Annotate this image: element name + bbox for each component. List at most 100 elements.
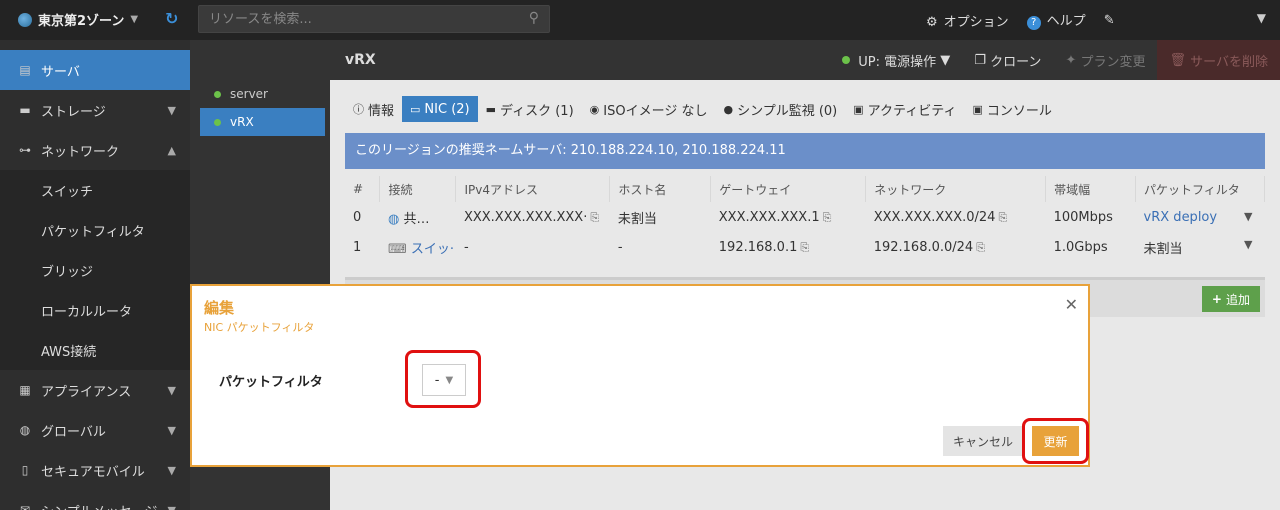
ipv4-value: XXX.XXX.XXX.XXX· [463, 209, 588, 225]
options-label: オプション [943, 14, 1009, 30]
clone-button[interactable]: ❐ クローン [962, 40, 1053, 80]
help-icon: ? [1026, 16, 1041, 30]
sidebar-item-local-router[interactable]: ローカルルータ [0, 290, 190, 330]
sidebar-item-global[interactable]: ◍ グローバル ▼ [0, 410, 190, 450]
disc-icon: ◉ [589, 102, 600, 116]
sidebar-item-label: パケットフィルタ [41, 224, 145, 240]
status-dot-icon [214, 90, 221, 98]
sidebar-item-switch[interactable]: スイッチ [0, 170, 190, 210]
clone-label: クローン [990, 54, 1042, 70]
help-link[interactable]: ? ヘルプ [1026, 10, 1086, 30]
pen-icon[interactable]: ✎ [1104, 13, 1115, 28]
refresh-icon[interactable]: ↻ [165, 10, 183, 28]
dialog-subtitle: NIC パケットフィルタ [204, 321, 315, 334]
sidebar-item-bridge[interactable]: ブリッジ [0, 250, 190, 290]
add-nic-button[interactable]: + 追加 [1201, 286, 1260, 312]
column-header: ゲートウェイ [710, 176, 867, 202]
connection-label[interactable]: スイッ· [411, 242, 454, 257]
edit-dialog: 編集 NIC パケットフィルタ ✕ パケットフィルタ - ▼ キャンセル 更新 [190, 284, 1090, 467]
storage-icon: ▬ [19, 103, 31, 117]
copy-icon[interactable]: ⎘ [590, 211, 599, 224]
sidebar-item-secure-mobile[interactable]: ▯ セキュアモバイル ▼ [0, 450, 190, 490]
sidebar-item-network[interactable]: ⊶ ネットワーク ▲ [0, 130, 190, 170]
packet-filter-link[interactable]: vRX deploy [1144, 210, 1218, 225]
sidebar-item-packet-filter[interactable]: パケットフィルタ [0, 210, 190, 250]
table-row[interactable]: 0 ◍ 共… XXX.XXX.XXX.XXX· ⎘ 未割当 XXX.XXX.XXX… [345, 202, 1265, 232]
message-icon: ✉ [19, 503, 31, 510]
chevron-down-icon: ▼ [167, 503, 176, 510]
sidebar-item-aws[interactable]: AWS接続 [0, 330, 190, 370]
copy-icon[interactable]: ⎘ [800, 241, 809, 254]
plan-change-button[interactable]: ✦ プラン変更 [1053, 40, 1157, 80]
gateway-cell: XXX.XXX.XXX.1 ⎘ [711, 202, 866, 232]
sidebar-item-label: アプライアンス [41, 384, 132, 400]
tab-info[interactable]: ⓘ 情報 [345, 96, 402, 122]
copy-icon[interactable]: ⎘ [976, 241, 985, 254]
chevron-down-icon: ▼ [167, 463, 176, 477]
search-icon[interactable]: ⚲ [529, 10, 539, 26]
globe-icon: ◍ [387, 211, 400, 227]
sidebar-item-appliance[interactable]: ▦ アプライアンス ▼ [0, 370, 190, 410]
row-index: 1 [353, 239, 362, 255]
packet-filter-cell[interactable]: vRX deploy ▼ [1136, 202, 1265, 232]
sidebar-item-simple-message[interactable]: ✉ シンプルメッセージ ▼ [0, 490, 190, 510]
server-list-item-selected[interactable]: vRX [200, 108, 325, 136]
server-list-item[interactable]: server [190, 80, 330, 108]
sidebar-item-label: ローカルルータ [41, 304, 133, 320]
chevron-up-icon: ▲ [167, 143, 176, 157]
copy-icon[interactable]: ⎘ [823, 211, 832, 224]
bandwidth-cell: 1.0Gbps [1053, 239, 1108, 255]
status-dot-icon [842, 56, 851, 64]
tab-nic[interactable]: ▭ NIC (2) [402, 96, 478, 122]
sidebar-item-server[interactable]: ▤ サーバ [0, 50, 190, 90]
power-button[interactable]: UP: 電源操作 ▼ [830, 40, 962, 80]
nic-icon: ▭ [410, 102, 421, 116]
sidebar-item-storage[interactable]: ▬ ストレージ ▼ [0, 90, 190, 130]
ipv4-cell: XXX.XXX.XXX.XXX· ⎘ [456, 202, 610, 232]
grid-icon: ▦ [19, 383, 31, 397]
console-icon: ▣ [972, 102, 983, 116]
network-cell: XXX.XXX.XXX.0/24 ⎘ [866, 202, 1046, 232]
server-name: vRX [230, 115, 254, 129]
sidebar-item-label: セキュアモバイル [41, 464, 145, 480]
tab-console[interactable]: ▣ コンソール [964, 96, 1059, 122]
column-header: ネットワーク [865, 176, 1047, 202]
globe-icon: ◍ [19, 423, 31, 437]
server-icon: ▤ [19, 63, 31, 77]
close-icon[interactable]: ✕ [1065, 295, 1078, 314]
server-header: vRX UP: 電源操作 ▼ ❐ クローン ✦ プラン変更 🗑 サーバを削除 [330, 40, 1280, 80]
chevron-down-icon: ▼ [130, 14, 139, 25]
connection-cell: ⌨ スイッ· [380, 232, 456, 262]
copy-icon[interactable]: ⎘ [998, 211, 1007, 224]
column-header: # [345, 176, 381, 202]
network-value: 192.168.0.0/24 [873, 239, 974, 255]
column-header: IPv4アドレス [455, 176, 611, 202]
cancel-button[interactable]: キャンセル [943, 426, 1023, 456]
tab-disk[interactable]: ▬ ディスク (1) [478, 96, 582, 122]
search-input[interactable] [199, 6, 509, 32]
row-menu-caret-icon[interactable]: ▼ [1244, 238, 1252, 251]
row-menu-caret-icon[interactable]: ▼ [1244, 210, 1252, 223]
tab-iso[interactable]: ◉ ISOイメージ なし [582, 96, 716, 122]
sidebar-item-label: ネットワーク [41, 144, 120, 160]
packet-filter-cell[interactable]: 未割当 ▼ [1136, 232, 1265, 262]
menu-caret-icon[interactable]: ▼ [1257, 11, 1266, 25]
table-row[interactable]: 1 ⌨ スイッ· - - 192.168.0.1 ⎘ 192.168.0.0/24… [345, 232, 1265, 262]
tab-activity[interactable]: ▣ アクティビティ [845, 96, 964, 122]
globe-icon [18, 12, 32, 27]
nic-table: # 接続 IPv4アドレス ホスト名 ゲートウェイ ネットワーク 帯域幅 パケッ… [345, 176, 1265, 262]
sidebar-item-label: スイッチ [41, 184, 94, 200]
options-link[interactable]: ⚙ オプション [926, 11, 1009, 30]
tab-label: シンプル監視 (0) [737, 103, 838, 119]
network-cell: 192.168.0.0/24 ⎘ [866, 232, 1046, 262]
tab-label: コンソール [986, 103, 1052, 119]
tab-monitor[interactable]: ● シンプル監視 (0) [715, 96, 845, 122]
sidebar-item-label: シンプルメッセージ [41, 501, 157, 510]
row-index: 0 [353, 209, 362, 225]
delete-server-button[interactable]: 🗑 サーバを削除 [1157, 40, 1280, 80]
zone-selector[interactable]: 東京第2ゾーン ▼ [18, 10, 138, 29]
packet-filter-value: 未割当 [1143, 241, 1183, 257]
column-header: 帯域幅 [1045, 176, 1137, 202]
column-header: 接続 [379, 176, 457, 202]
hostname-cell: - [617, 239, 623, 255]
